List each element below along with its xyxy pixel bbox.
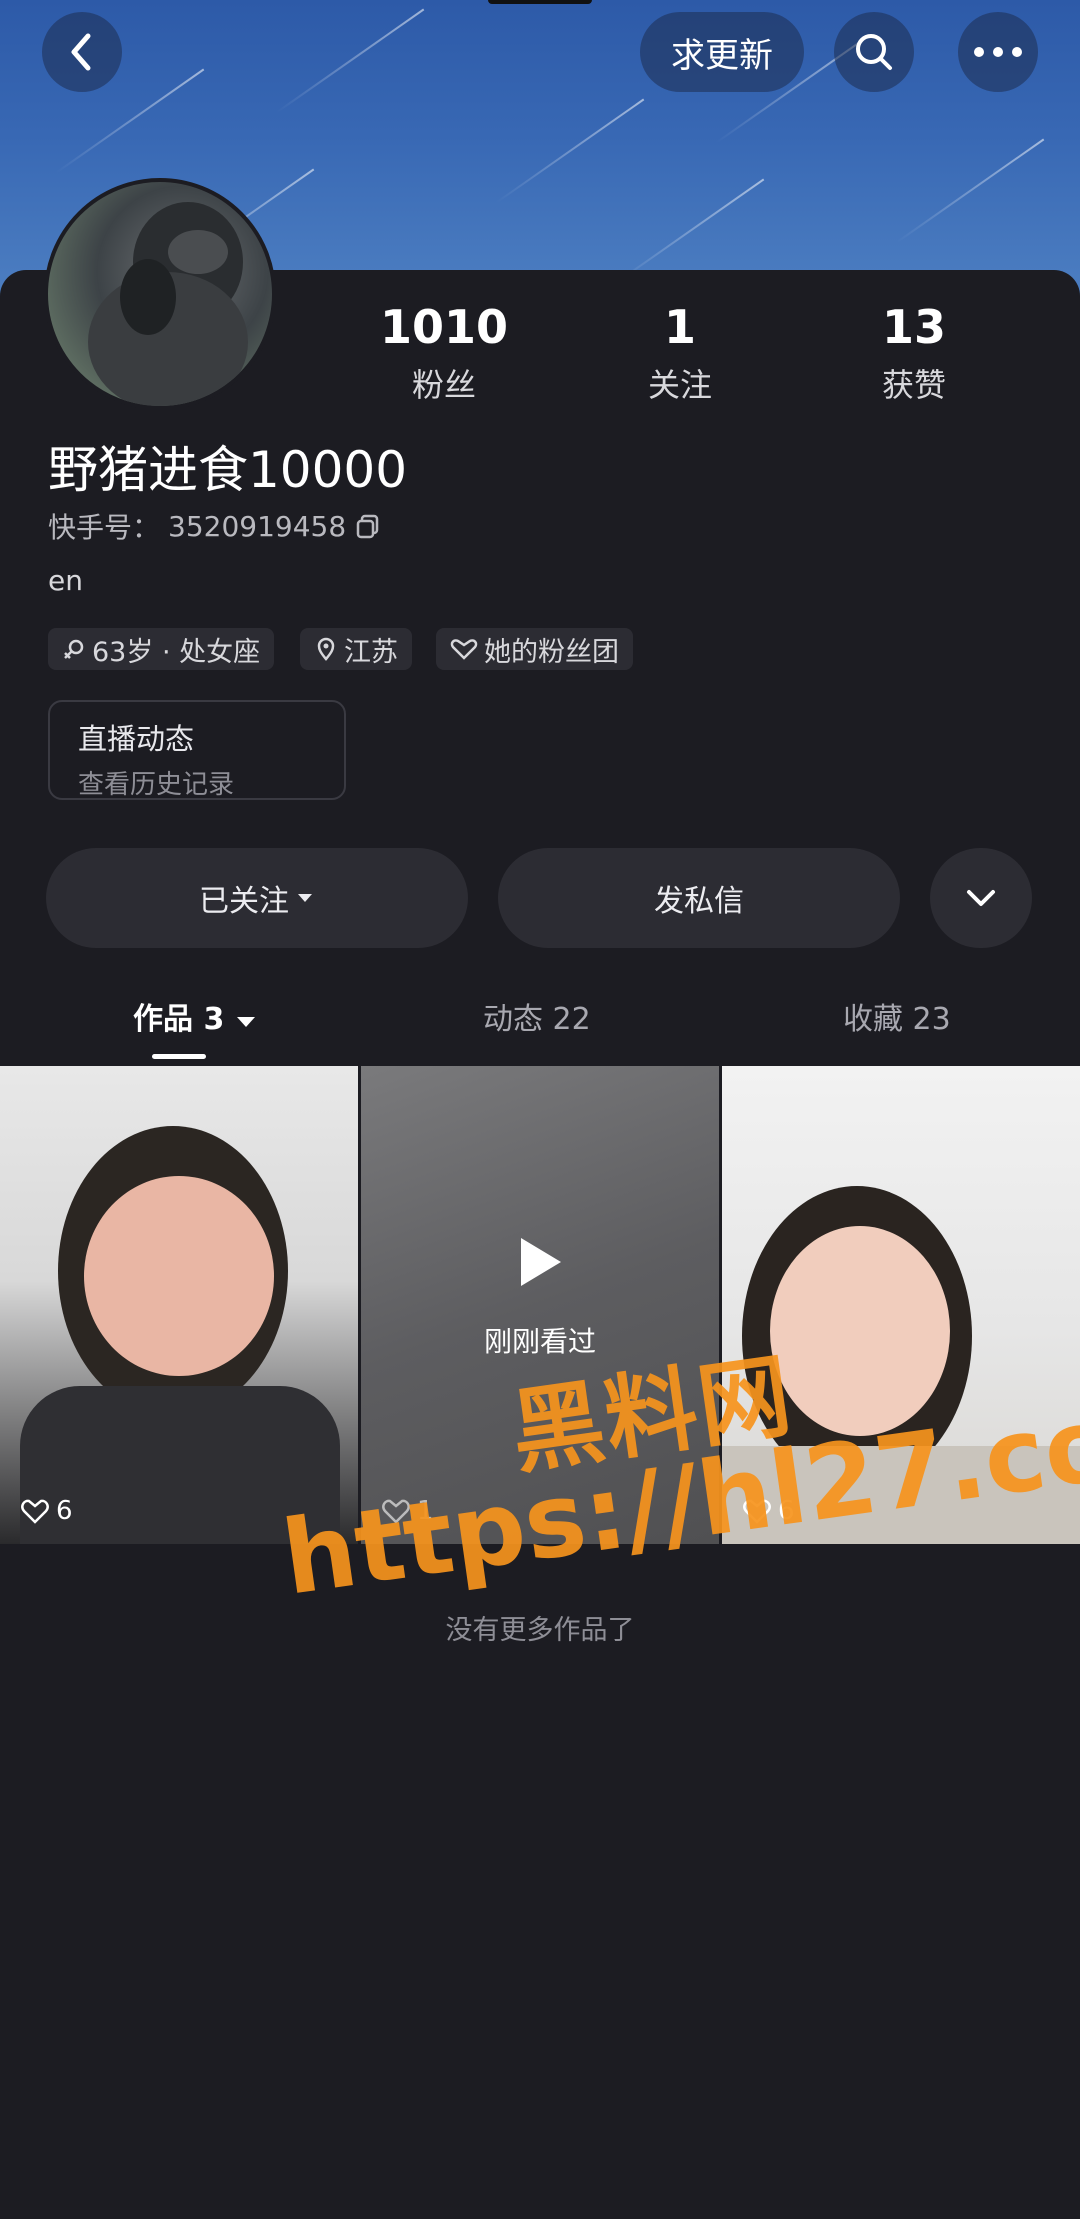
likes-label: 获赞 [881,366,946,404]
followers-count: 1010 [379,300,509,354]
send-message-label: 发私信 [654,884,744,919]
tag-location-text: 江苏 [344,636,398,668]
profile-name: 野猪进食10000 [48,441,408,499]
tab-works-count: 3 [203,1002,225,1037]
send-message-button[interactable]: 发私信 [498,848,900,948]
work-1-likes: 6 [20,1496,73,1526]
search-button[interactable] [834,12,914,92]
following-count: 1 [663,300,696,354]
tab-favorites[interactable]: 收藏 23 [843,994,951,1038]
work-thumbnail-1[interactable]: 6 [0,1066,358,1544]
tab-works-label: 作品 [133,1002,193,1037]
tab-moments-count: 22 [552,1002,591,1037]
copy-icon[interactable] [354,512,382,540]
user-id-value: 3520919458 [168,509,347,543]
face-shape [84,1176,274,1376]
chevron-down-icon [967,890,995,906]
followers-label: 粉丝 [411,366,476,404]
active-tab-indicator [152,1054,206,1059]
gorilla-avatar-image [88,202,248,406]
live-history-card[interactable]: 直播动态 查看历史记录 [48,700,346,800]
play-icon [521,1238,561,1286]
followed-button[interactable]: 已关注 [46,848,468,948]
followers-stat[interactable]: 1010 粉丝 [344,300,544,406]
caret-down-icon [298,894,312,902]
tag-fan-club-text: 她的粉丝团 [484,636,619,668]
live-history-subtitle: 查看历史记录 [78,770,235,800]
request-update-button[interactable]: 求更新 [640,12,804,92]
status-notch [488,0,592,4]
user-id-row[interactable]: 快手号： 3520919458 [48,506,382,546]
more-options-button[interactable] [958,12,1038,92]
following-stat[interactable]: 1 关注 [580,300,780,406]
avatar[interactable] [44,178,276,410]
followed-label: 已关注 [199,884,289,919]
tab-favorites-label: 收藏 [843,1002,903,1037]
gender-icon [64,639,84,659]
tab-moments-label: 动态 [483,1002,543,1037]
tag-location: 江苏 [300,628,412,670]
heart-icon [21,1499,49,1524]
likes-stat[interactable]: 13 获赞 [814,300,1014,406]
chevron-left-icon [71,33,91,71]
tab-favorites-count: 23 [912,1002,951,1037]
caret-down-icon [236,1017,255,1027]
expand-button[interactable] [930,848,1032,948]
tab-moments[interactable]: 动态 22 [483,994,591,1038]
work-1-likes-count: 6 [56,1496,73,1526]
no-more-works-text: 没有更多作品了 [445,1615,635,1646]
fan-club-icon [450,639,478,660]
following-label: 关注 [647,366,712,404]
face-shape [770,1226,950,1436]
user-id-label: 快手号： [48,511,161,544]
more-icon [974,47,1022,57]
live-history-title: 直播动态 [78,722,195,756]
likes-count: 13 [881,300,946,354]
request-update-label: 求更新 [671,35,773,76]
profile-bio: en [48,564,83,597]
location-icon [317,637,335,661]
tab-works[interactable]: 作品 3 [133,994,257,1038]
tag-age-zodiac: 63岁 · 处女座 [48,628,275,670]
back-button[interactable] [42,12,122,92]
tag-age-text: 63岁 · 处女座 [92,636,261,668]
tag-fan-club[interactable]: 她的粉丝团 [436,628,633,670]
search-icon [856,34,892,70]
